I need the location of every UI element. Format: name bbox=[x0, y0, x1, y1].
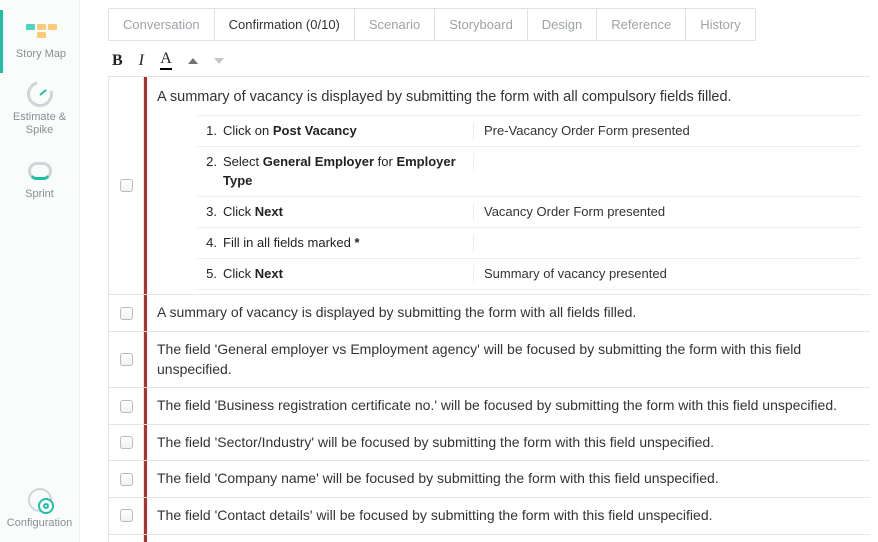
tab-history[interactable]: History bbox=[686, 9, 754, 40]
bold-button[interactable]: B bbox=[112, 52, 123, 70]
step-action: Click Next bbox=[223, 203, 473, 221]
story-map-icon bbox=[23, 18, 59, 44]
step-result: Summary of vacancy presented bbox=[473, 265, 860, 283]
steps-list: 1. Click on Post VacancyPre-Vacancy Order… bbox=[157, 115, 860, 290]
chevron-down-icon bbox=[214, 58, 224, 64]
row-content[interactable]: The field 'Sector/Industry' will be focu… bbox=[147, 425, 870, 461]
sidebar-item-label: Sprint bbox=[25, 188, 54, 201]
tab-storyboard[interactable]: Storyboard bbox=[435, 9, 528, 40]
step-row[interactable]: 5. Click NextSummary of vacancy presented bbox=[197, 259, 860, 290]
row-summary: A summary of vacancy is displayed by sub… bbox=[157, 87, 860, 107]
collapse-button[interactable] bbox=[188, 58, 198, 64]
confirmation-row: The field 'Company name' will be focused… bbox=[108, 461, 870, 498]
confirmation-row: The field 'Contact details' will be focu… bbox=[108, 498, 870, 535]
step-action: Fill in all fields marked * bbox=[223, 234, 473, 252]
tab-scenario[interactable]: Scenario bbox=[355, 9, 435, 40]
sidebar-item-sprint[interactable]: Sprint bbox=[0, 150, 79, 213]
step-action: Select General Employer for Employer Typ… bbox=[223, 153, 473, 189]
tab-design[interactable]: Design bbox=[528, 9, 597, 40]
row-checkbox[interactable] bbox=[120, 400, 133, 413]
step-result: Pre-Vacancy Order Form presented bbox=[473, 122, 860, 140]
format-toolbar: B I A bbox=[108, 41, 870, 76]
step-number: 5. bbox=[197, 265, 217, 283]
sidebar-item-label: Estimate & Spike bbox=[0, 111, 79, 137]
step-result bbox=[473, 153, 860, 171]
step-row[interactable]: 3. Click NextVacancy Order Form presented bbox=[197, 197, 860, 228]
italic-button[interactable]: I bbox=[139, 52, 144, 70]
confirmation-row: The field 'Job title' will be focused by… bbox=[108, 535, 870, 542]
confirmation-list: A summary of vacancy is displayed by sub… bbox=[108, 76, 870, 542]
step-row[interactable]: 2. Select General Employer for Employer T… bbox=[197, 147, 860, 196]
step-number: 4. bbox=[197, 234, 217, 252]
sidebar-item-estimate-spike[interactable]: Estimate & Spike bbox=[0, 73, 79, 149]
row-checkbox[interactable] bbox=[120, 179, 133, 192]
row-checkbox[interactable] bbox=[120, 509, 133, 522]
step-result: Vacancy Order Form presented bbox=[473, 203, 860, 221]
row-checkbox[interactable] bbox=[120, 353, 133, 366]
step-number: 2. bbox=[197, 153, 217, 171]
confirmation-row: The field 'Business registration certifi… bbox=[108, 388, 870, 425]
chevron-up-icon bbox=[188, 58, 198, 64]
sidebar-item-configuration[interactable]: Configuration bbox=[0, 479, 79, 542]
confirmation-row: The field 'Sector/Industry' will be focu… bbox=[108, 425, 870, 462]
step-number: 1. bbox=[197, 122, 217, 140]
step-action: Click on Post Vacancy bbox=[223, 122, 473, 140]
confirmation-row: A summary of vacancy is displayed by sub… bbox=[108, 295, 870, 332]
sidebar: Story Map Estimate & Spike Sprint Config… bbox=[0, 0, 80, 542]
step-row[interactable]: 4. Fill in all fields marked * bbox=[197, 228, 860, 259]
confirmation-row: The field 'General employer vs Employmen… bbox=[108, 332, 870, 388]
main-panel: Conversation Confirmation (0/10) Scenari… bbox=[80, 0, 878, 542]
tab-reference[interactable]: Reference bbox=[597, 9, 686, 40]
row-content[interactable]: The field 'General employer vs Employmen… bbox=[147, 332, 870, 387]
configuration-icon bbox=[22, 487, 58, 513]
row-content[interactable]: A summary of vacancy is displayed by sub… bbox=[147, 295, 870, 331]
text-color-button[interactable]: A bbox=[160, 51, 172, 70]
tab-confirmation[interactable]: Confirmation (0/10) bbox=[215, 9, 355, 40]
tab-conversation[interactable]: Conversation bbox=[109, 9, 215, 40]
step-result bbox=[473, 234, 860, 252]
tab-bar: Conversation Confirmation (0/10) Scenari… bbox=[108, 8, 756, 41]
row-checkbox[interactable] bbox=[120, 473, 133, 486]
sprint-icon bbox=[22, 158, 58, 184]
row-content[interactable]: The field 'Contact details' will be focu… bbox=[147, 498, 870, 534]
row-content[interactable]: The field 'Company name' will be focused… bbox=[147, 461, 870, 497]
row-checkbox[interactable] bbox=[120, 436, 133, 449]
row-checkbox[interactable] bbox=[120, 307, 133, 320]
row-content[interactable]: The field 'Business registration certifi… bbox=[147, 388, 870, 424]
sidebar-item-story-map[interactable]: Story Map bbox=[0, 10, 79, 73]
confirmation-row: A summary of vacancy is displayed by sub… bbox=[108, 77, 870, 295]
step-row[interactable]: 1. Click on Post VacancyPre-Vacancy Order… bbox=[197, 115, 860, 147]
estimate-icon bbox=[22, 81, 58, 107]
row-content[interactable]: A summary of vacancy is displayed by sub… bbox=[147, 77, 870, 294]
step-action: Click Next bbox=[223, 265, 473, 283]
row-content[interactable]: The field 'Job title' will be focused by… bbox=[147, 535, 870, 542]
sidebar-item-label: Story Map bbox=[16, 48, 66, 61]
expand-button[interactable] bbox=[214, 58, 224, 64]
step-number: 3. bbox=[197, 203, 217, 221]
sidebar-item-label: Configuration bbox=[7, 517, 72, 530]
text-color-label: A bbox=[160, 51, 172, 67]
